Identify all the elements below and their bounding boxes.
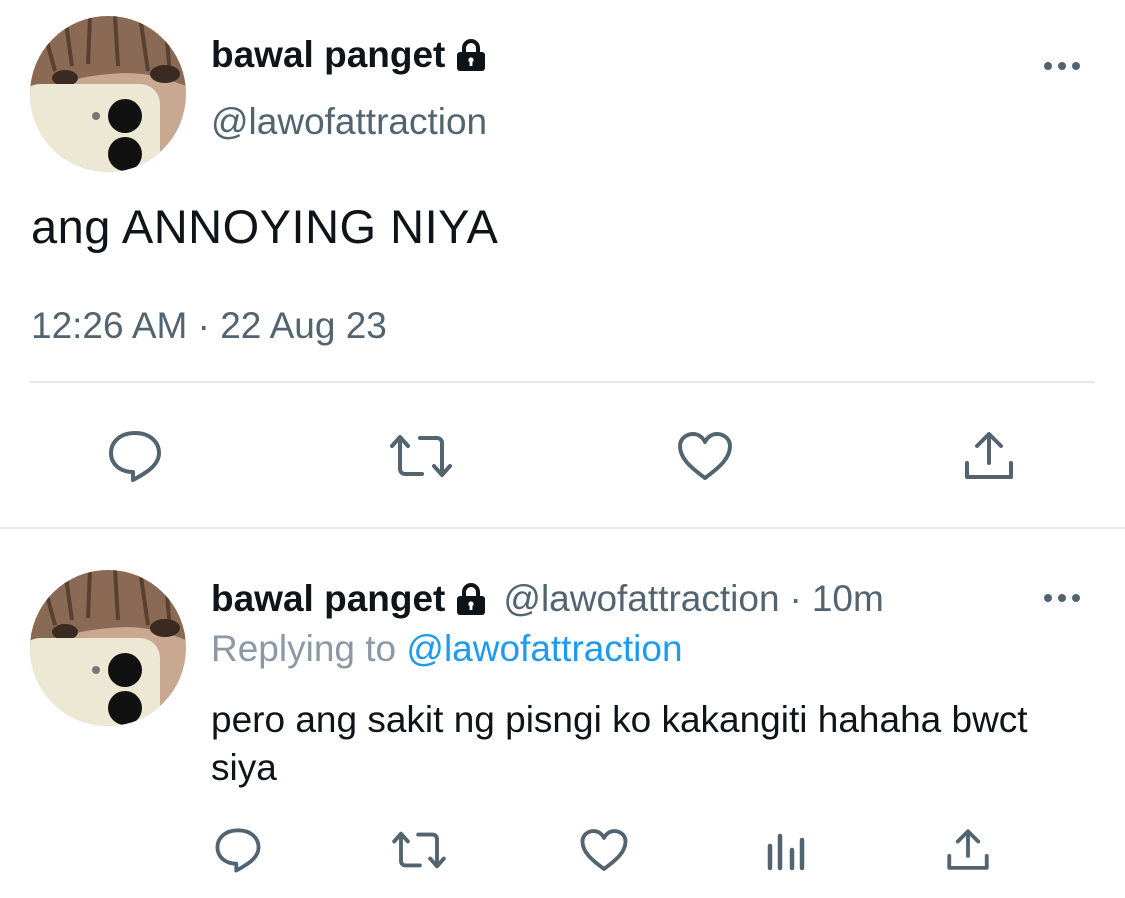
analytics-icon — [767, 833, 805, 871]
like-button[interactable] — [672, 426, 738, 486]
tweet-text: ang ANNOYING NIYA — [31, 200, 499, 253]
divider — [30, 381, 1095, 383]
reply-display-name[interactable]: bawal panget — [211, 578, 445, 620]
comment-icon — [215, 828, 261, 873]
retweet-icon — [390, 435, 452, 477]
section-divider — [0, 527, 1125, 529]
retweet-icon — [392, 831, 446, 869]
share-button[interactable] — [956, 426, 1022, 486]
display-name-text[interactable]: bawal panget — [211, 34, 445, 76]
like-button[interactable] — [574, 820, 634, 880]
retweet-button[interactable] — [386, 820, 452, 880]
avatar[interactable] — [30, 16, 186, 172]
separator-dot: · — [789, 578, 802, 619]
reply-text: pero ang sakit ng pisngi ko kakangiti ha… — [211, 699, 1028, 788]
reply-button[interactable] — [208, 820, 268, 880]
reply-time[interactable]: 10m — [812, 578, 884, 620]
share-icon — [947, 829, 989, 870]
reply-button[interactable] — [100, 426, 170, 486]
heart-icon — [580, 829, 628, 871]
heart-icon — [678, 432, 732, 480]
lock-icon — [457, 583, 486, 615]
share-icon — [965, 432, 1013, 479]
reply-avatar[interactable] — [30, 570, 186, 726]
lock-icon — [457, 39, 486, 71]
views-button[interactable] — [756, 820, 816, 880]
replying-to-mention[interactable]: @lawofattraction — [406, 628, 682, 669]
more-options-icon[interactable] — [1042, 56, 1082, 76]
retweet-button[interactable] — [384, 426, 458, 486]
reply-header: bawal panget @lawofattraction · 10m — [211, 578, 884, 620]
more-options-icon[interactable] — [1042, 588, 1082, 608]
display-name[interactable]: bawal panget — [211, 34, 489, 76]
replying-to-label: Replying to — [211, 628, 397, 669]
reply-handle[interactable]: @lawofattraction — [503, 578, 779, 620]
replying-to: Replying to @lawofattraction — [211, 628, 683, 670]
timestamp[interactable]: 12:26 AM · 22 Aug 23 — [31, 305, 387, 347]
comment-icon — [109, 431, 161, 482]
handle[interactable]: @lawofattraction — [211, 101, 487, 143]
share-button[interactable] — [938, 820, 998, 880]
